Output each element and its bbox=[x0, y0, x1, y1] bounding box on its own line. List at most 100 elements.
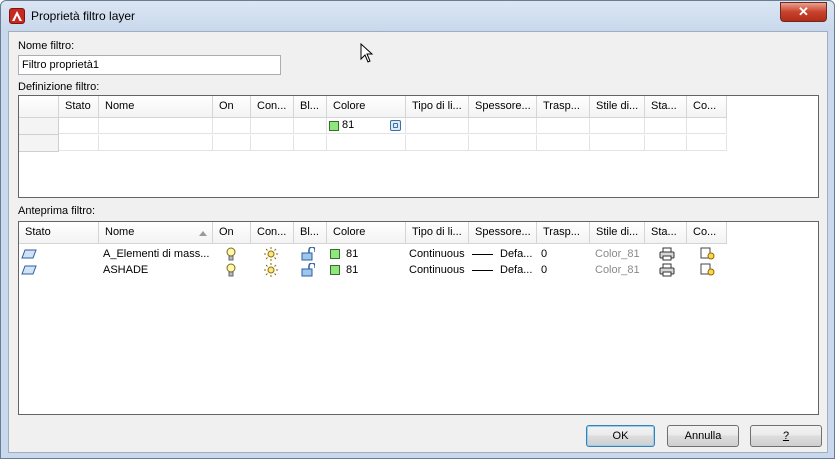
def-cell-colore[interactable]: 81 bbox=[327, 118, 406, 134]
def-cell[interactable] bbox=[406, 118, 469, 134]
def-cell[interactable] bbox=[213, 118, 251, 134]
table-row[interactable]: A_Elementi di mass... 81 Continuous Defa… bbox=[19, 246, 818, 262]
def-cell[interactable] bbox=[590, 118, 645, 134]
lightbulb-on-icon[interactable] bbox=[226, 263, 236, 277]
prev-header-stato[interactable]: Stato bbox=[19, 222, 99, 244]
prev-header-on[interactable]: On bbox=[213, 222, 251, 244]
unlocked-padlock-icon[interactable] bbox=[301, 247, 315, 261]
layer-status-icon bbox=[21, 265, 37, 275]
close-button[interactable]: ✕ bbox=[780, 2, 827, 22]
def-row-header[interactable] bbox=[19, 135, 59, 152]
def-header-congela-nuove[interactable]: Co... bbox=[687, 96, 727, 118]
filter-name-label: Nome filtro: bbox=[18, 40, 75, 52]
def-cell[interactable] bbox=[59, 135, 99, 151]
def-color-value: 81 bbox=[342, 119, 355, 131]
def-header-congela[interactable]: Con... bbox=[251, 96, 294, 118]
unlocked-padlock-icon[interactable] bbox=[301, 263, 315, 277]
def-header-trasparenza[interactable]: Trasp... bbox=[537, 96, 590, 118]
prev-header-spessore[interactable]: Spessore... bbox=[469, 222, 537, 244]
filter-preview-list[interactable]: Stato Nome On Con... Bl... Colore Tipo d… bbox=[18, 221, 819, 415]
def-row-header[interactable] bbox=[19, 118, 59, 135]
def-cell[interactable] bbox=[99, 135, 213, 151]
def-cell[interactable] bbox=[59, 118, 99, 134]
new-viewport-freeze-icon[interactable] bbox=[700, 263, 716, 277]
help-button[interactable]: ? bbox=[750, 425, 822, 447]
cancel-button[interactable]: Annulla bbox=[667, 425, 739, 447]
title-bar[interactable]: Proprietà filtro layer ✕ bbox=[1, 1, 834, 31]
prev-header-trasparenza[interactable]: Trasp... bbox=[537, 222, 590, 244]
def-cell[interactable] bbox=[294, 118, 327, 134]
color-swatch bbox=[329, 121, 339, 131]
def-cell[interactable] bbox=[645, 118, 687, 134]
filter-name-input[interactable]: Filtro proprietà1 bbox=[18, 55, 281, 75]
lineweight-sample bbox=[472, 254, 493, 255]
sun-thawed-icon[interactable] bbox=[264, 247, 278, 261]
def-cell[interactable] bbox=[687, 118, 727, 134]
autocad-app-icon bbox=[9, 8, 25, 24]
layer-color: 81 bbox=[346, 264, 359, 276]
layer-lineweight[interactable]: Defa... bbox=[500, 264, 532, 276]
def-header-stato[interactable]: Stato bbox=[59, 96, 99, 118]
dialog-body: Nome filtro: Filtro proprietà1 Definizio… bbox=[8, 31, 828, 453]
def-cell[interactable] bbox=[99, 118, 213, 134]
prev-header-stile-stampa[interactable]: Stile di... bbox=[590, 222, 645, 244]
def-cell[interactable] bbox=[213, 135, 251, 151]
dialog-window: Proprietà filtro layer ✕ Nome filtro: Fi… bbox=[0, 0, 835, 459]
printer-icon[interactable] bbox=[659, 263, 675, 277]
row-header-corner bbox=[19, 96, 59, 118]
prev-header-congela-nuove[interactable]: Co... bbox=[687, 222, 727, 244]
layer-transparency[interactable]: 0 bbox=[541, 264, 547, 276]
ok-button[interactable]: OK bbox=[586, 425, 655, 447]
lineweight-sample bbox=[472, 270, 493, 271]
lightbulb-on-icon[interactable] bbox=[226, 247, 236, 261]
prev-header-blocca[interactable]: Bl... bbox=[294, 222, 327, 244]
layer-name: A_Elementi di mass... bbox=[103, 248, 210, 260]
color-swatch[interactable] bbox=[330, 249, 340, 259]
layer-transparency[interactable]: 0 bbox=[541, 248, 547, 260]
prev-header-nome-label: Nome bbox=[105, 226, 135, 238]
def-header-on[interactable]: On bbox=[213, 96, 251, 118]
def-cell[interactable] bbox=[537, 135, 590, 151]
prev-header-tipo-linea[interactable]: Tipo di li... bbox=[406, 222, 469, 244]
def-cell[interactable] bbox=[645, 135, 687, 151]
def-header-stampa[interactable]: Sta... bbox=[645, 96, 687, 118]
new-viewport-freeze-icon[interactable] bbox=[700, 247, 716, 261]
prev-header-nome[interactable]: Nome bbox=[99, 222, 213, 244]
prev-header-stampa[interactable]: Sta... bbox=[645, 222, 687, 244]
mouse-cursor-icon bbox=[360, 43, 374, 63]
def-header-spessore[interactable]: Spessore... bbox=[469, 96, 537, 118]
window-title: Proprietà filtro layer bbox=[31, 9, 136, 23]
def-cell[interactable] bbox=[469, 118, 537, 134]
filter-definition-grid[interactable]: Stato Nome On Con... Bl... Colore Tipo d… bbox=[18, 95, 819, 198]
def-cell[interactable] bbox=[251, 135, 294, 151]
def-cell[interactable] bbox=[590, 135, 645, 151]
layer-plot-style: Color_81 bbox=[595, 248, 640, 260]
preview-label: Anteprima filtro: bbox=[18, 205, 96, 217]
def-header-nome[interactable]: Nome bbox=[99, 96, 213, 118]
prev-header-colore[interactable]: Colore bbox=[327, 222, 406, 244]
def-header-blocca[interactable]: Bl... bbox=[294, 96, 327, 118]
printer-icon[interactable] bbox=[659, 247, 675, 261]
layer-linetype[interactable]: Continuous bbox=[409, 248, 465, 260]
def-cell[interactable] bbox=[469, 135, 537, 151]
layer-linetype[interactable]: Continuous bbox=[409, 264, 465, 276]
color-swatch[interactable] bbox=[330, 265, 340, 275]
def-cell[interactable] bbox=[294, 135, 327, 151]
color-picker-icon[interactable] bbox=[390, 120, 401, 131]
def-cell[interactable] bbox=[406, 135, 469, 151]
def-header-tipo-linea[interactable]: Tipo di li... bbox=[406, 96, 469, 118]
layer-name: ASHADE bbox=[103, 264, 149, 276]
sun-thawed-icon[interactable] bbox=[264, 263, 278, 277]
def-cell[interactable] bbox=[251, 118, 294, 134]
def-header-stile-stampa[interactable]: Stile di... bbox=[590, 96, 645, 118]
prev-header-congela[interactable]: Con... bbox=[251, 222, 294, 244]
table-row[interactable]: ASHADE 81 Continuous Defa... 0 Color_81 bbox=[19, 262, 818, 278]
sort-ascending-icon bbox=[199, 231, 207, 236]
def-cell[interactable] bbox=[327, 135, 406, 151]
layer-plot-style: Color_81 bbox=[595, 264, 640, 276]
def-cell[interactable] bbox=[537, 118, 590, 134]
layer-color: 81 bbox=[346, 248, 359, 260]
def-header-colore[interactable]: Colore bbox=[327, 96, 406, 118]
def-cell[interactable] bbox=[687, 135, 727, 151]
layer-lineweight[interactable]: Defa... bbox=[500, 248, 532, 260]
